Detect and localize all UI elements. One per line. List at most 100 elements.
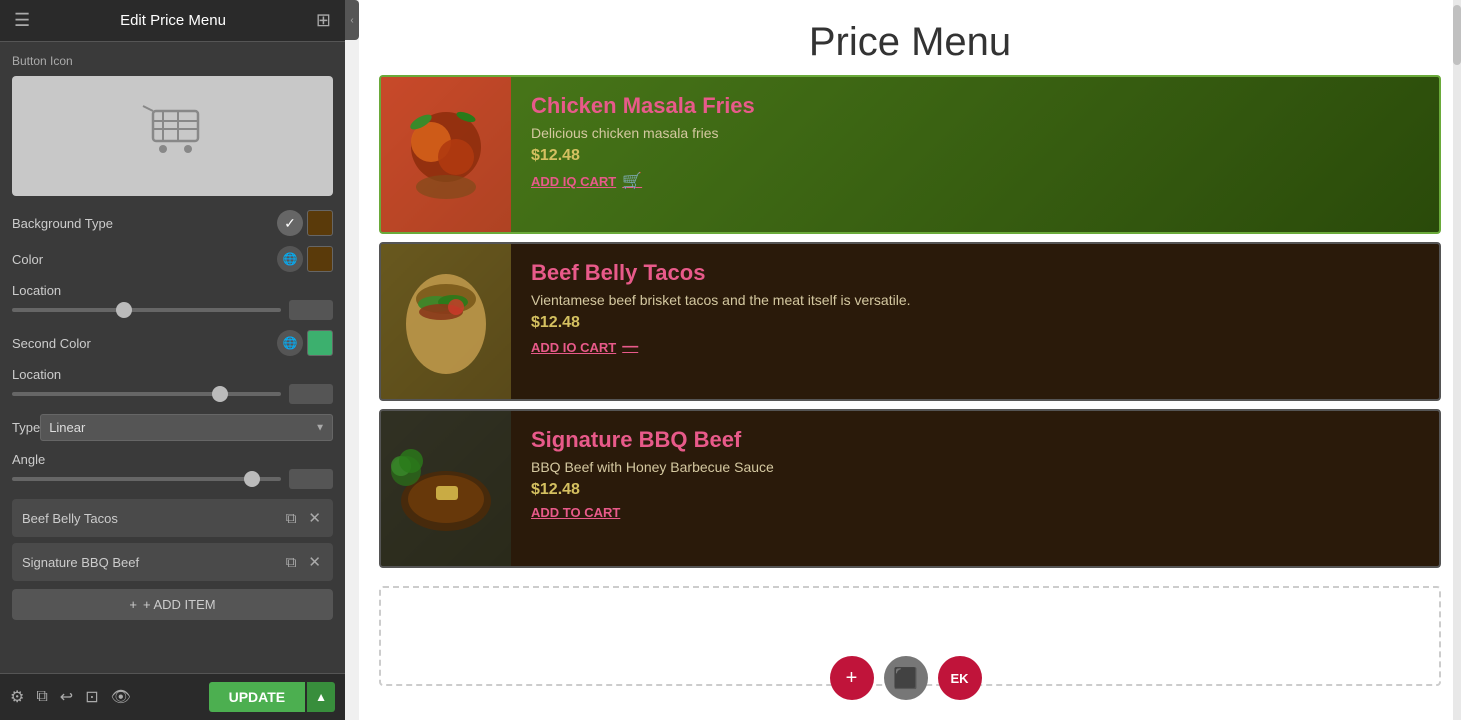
slider-container-angle: 330 [12, 469, 333, 489]
menu-item-img-2 [381, 244, 511, 399]
panel-footer: ⚙ ⧉ ↩ ⊡ 👁 UPDATE ▲ [0, 673, 345, 720]
location-slider-1[interactable] [12, 308, 281, 312]
menu-item-desc-1: Delicious chicken masala fries [531, 125, 755, 141]
location-value-2[interactable]: 79 [289, 384, 333, 404]
location-row-1: Location 41 [12, 282, 333, 320]
add-item-label: + ADD ITEM [143, 597, 216, 612]
chicken-image [381, 77, 511, 232]
stop-toolbar-btn[interactable]: ⬛ [884, 656, 928, 700]
slider-container-2: 79 [12, 384, 333, 404]
add-to-cart-btn-1[interactable]: ADD IQ CART 🛒 [531, 171, 755, 191]
menu-item-info-1: Chicken Masala Fries Delicious chicken m… [511, 77, 775, 232]
update-button[interactable]: UPDATE [209, 682, 306, 712]
background-type-label: Background Type [12, 216, 113, 231]
grid-icon[interactable]: ⊞ [316, 10, 331, 31]
color-row: Color 🌐 [12, 246, 333, 272]
list-item: Signature BBQ Beef ⧉ ✕ [12, 543, 333, 581]
globe-btn[interactable]: 🌐 [277, 246, 303, 272]
location-label-1: Location [12, 283, 61, 298]
responsive-icon[interactable]: ⊡ [85, 687, 98, 707]
type-select[interactable]: Linear Radial [40, 414, 333, 441]
menu-item-price-2: $12.48 [531, 314, 911, 332]
menu-item-name-1: Chicken Masala Fries [531, 93, 755, 119]
main-color-swatch[interactable] [307, 246, 333, 272]
scrollbar-track[interactable] [1453, 0, 1461, 720]
scrollbar-thumb[interactable] [1453, 5, 1461, 65]
cart-icon [133, 101, 213, 171]
copy-item-1-btn[interactable]: ⧉ [284, 508, 299, 529]
menu-item-img-1 [381, 77, 511, 232]
menu-item-card-2: Beef Belly Tacos Vientamese beef brisket… [379, 242, 1441, 401]
color-swatch-brown[interactable] [307, 210, 333, 236]
bottom-toolbar: + ⬛ EK [830, 656, 982, 700]
menu-item-card-1: Chicken Masala Fries Delicious chicken m… [379, 75, 1441, 234]
menu-item-name-3: Signature BBQ Beef [531, 427, 774, 453]
list-item: Beef Belly Tacos ⧉ ✕ [12, 499, 333, 537]
update-btn-wrapper: UPDATE ▲ [209, 682, 335, 712]
add-toolbar-btn[interactable]: + [830, 656, 874, 700]
cart-icon-2: — [622, 338, 638, 356]
type-label: Type [12, 420, 40, 435]
color-label: Color [12, 252, 43, 267]
add-to-cart-btn-2[interactable]: ADD IO CART — [531, 338, 911, 356]
panel-content: Button Icon Background Type ✓ [0, 42, 345, 673]
type-row: Type Linear Radial ▼ [12, 414, 333, 441]
location-value-1[interactable]: 41 [289, 300, 333, 320]
remove-item-1-btn[interactable]: ✕ [306, 507, 323, 529]
menu-item-info-2: Beef Belly Tacos Vientamese beef brisket… [511, 244, 931, 399]
menu-item-price-3: $12.48 [531, 481, 774, 499]
menu-item-img-3 [381, 411, 511, 566]
menu-item-info-3: Signature BBQ Beef BBQ Beef with Honey B… [511, 411, 794, 566]
slider-container-1: 41 [12, 300, 333, 320]
page-title: Price Menu [359, 0, 1461, 75]
type-select-wrapper: Linear Radial ▼ [40, 414, 333, 441]
add-to-cart-btn-3[interactable]: ADD TO CART [531, 505, 774, 520]
panel-header: ☰ Edit Price Menu ⊞ [0, 0, 345, 42]
location-slider-2[interactable] [12, 392, 281, 396]
footer-icons: ⚙ ⧉ ↩ ⊡ 👁 [10, 687, 131, 707]
second-color-row: Second Color 🌐 [12, 330, 333, 356]
settings-icon[interactable]: ⚙ [10, 687, 24, 707]
angle-label: Angle [12, 452, 45, 467]
undo-icon[interactable]: ↩ [60, 687, 73, 707]
item-name-1: Beef Belly Tacos [22, 511, 276, 526]
bbq-image [381, 411, 511, 566]
update-arrow-button[interactable]: ▲ [307, 682, 335, 712]
angle-row: Angle 330 [12, 451, 333, 489]
collapse-handle[interactable]: ‹ [345, 0, 359, 40]
menu-icon[interactable]: ☰ [14, 10, 30, 31]
tacos-image [381, 244, 511, 399]
eye-icon[interactable]: 👁 [111, 687, 131, 707]
menu-item-desc-2: Vientamese beef brisket tacos and the me… [531, 292, 911, 308]
globe-btn-2[interactable]: 🌐 [277, 330, 303, 356]
second-color-swatch[interactable] [307, 330, 333, 356]
angle-value[interactable]: 330 [289, 469, 333, 489]
menu-item-desc-3: BBQ Beef with Honey Barbecue Sauce [531, 459, 774, 475]
background-type-controls: ✓ [277, 210, 333, 236]
right-panel: Price Menu Chicken Masala Fries Deliciou… [359, 0, 1461, 720]
cart-icon-1: 🛒 [622, 171, 642, 191]
menu-items-container: Chicken Masala Fries Delicious chicken m… [359, 75, 1461, 576]
items-list: Beef Belly Tacos ⧉ ✕ Signature BBQ Beef … [12, 499, 333, 581]
color-controls: 🌐 [277, 246, 333, 272]
remove-item-2-btn[interactable]: ✕ [306, 551, 323, 573]
section-label: Button Icon [12, 54, 333, 68]
angle-slider[interactable] [12, 477, 281, 481]
plus-icon: + [129, 597, 137, 612]
layers-icon[interactable]: ⧉ [36, 688, 47, 706]
location-label-2: Location [12, 367, 61, 382]
second-color-label: Second Color [12, 336, 91, 351]
ek-toolbar-btn[interactable]: EK [938, 656, 982, 700]
menu-item-name-2: Beef Belly Tacos [531, 260, 911, 286]
left-panel: ☰ Edit Price Menu ⊞ Button Icon Backgrou… [0, 0, 345, 720]
second-color-controls: 🌐 [277, 330, 333, 356]
menu-item-card-3: Signature BBQ Beef BBQ Beef with Honey B… [379, 409, 1441, 568]
icon-preview [12, 76, 333, 196]
menu-item-price-1: $12.48 [531, 147, 755, 165]
add-item-button[interactable]: + + ADD ITEM [12, 589, 333, 620]
item-name-2: Signature BBQ Beef [22, 555, 276, 570]
location-row-2: Location 79 [12, 366, 333, 404]
panel-title: Edit Price Menu [120, 12, 226, 29]
copy-item-2-btn[interactable]: ⧉ [284, 552, 299, 573]
check-btn[interactable]: ✓ [277, 210, 303, 236]
